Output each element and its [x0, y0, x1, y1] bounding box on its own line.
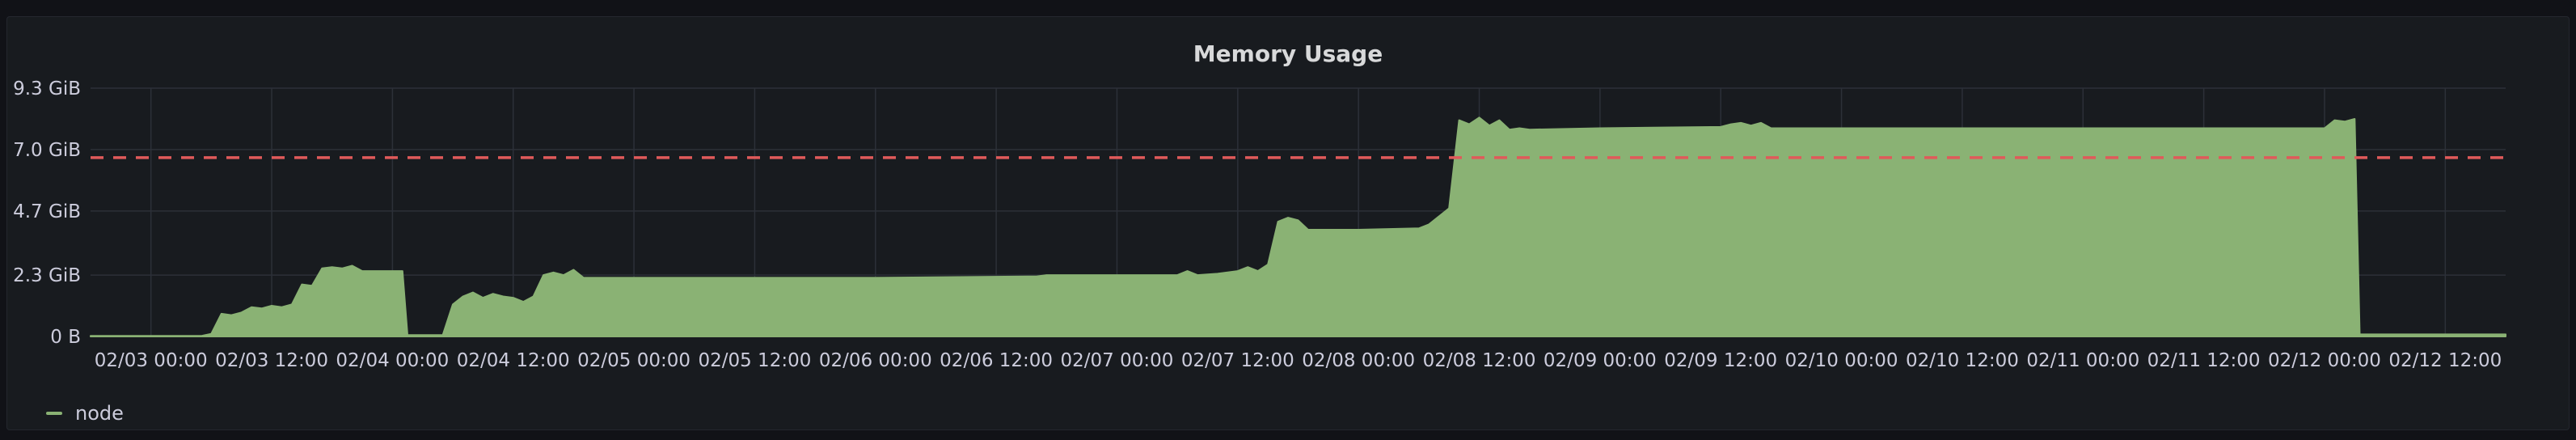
x-tick-label: 02/03 00:00: [95, 350, 208, 371]
x-tick-label: 02/09 00:00: [1543, 350, 1657, 371]
data-series-node[interactable]: [90, 116, 2506, 337]
x-tick-label: 02/07 12:00: [1181, 350, 1294, 371]
memory-usage-chart[interactable]: 0 B 2.3 GiB 4.7 GiB 7.0 GiB 9.3 GiB 02/03 00…: [7, 17, 2570, 431]
line-swatch-icon: [46, 412, 62, 415]
x-tick-label: 02/03 12:00: [215, 350, 328, 371]
x-tick-label: 02/11 12:00: [2147, 350, 2261, 371]
x-tick-label: 02/11 00:00: [2026, 350, 2139, 371]
x-tick-label: 02/09 12:00: [1664, 350, 1777, 371]
x-tick-label: 02/06 00:00: [819, 350, 932, 371]
legend[interactable]: node: [46, 402, 124, 425]
y-tick-label: 0 B: [50, 327, 81, 348]
x-axis: 02/03 00:00 02/03 12:00 02/04 00:00 02/04 1…: [95, 350, 2502, 371]
y-tick-label: 2.3 GiB: [13, 265, 81, 286]
x-tick-label: 02/04 00:00: [336, 350, 449, 371]
y-axis: 0 B 2.3 GiB 4.7 GiB 7.0 GiB 9.3 GiB: [13, 78, 81, 348]
x-tick-label: 02/12 12:00: [2388, 350, 2502, 371]
x-tick-label: 02/06 12:00: [940, 350, 1053, 371]
x-tick-label: 02/04 12:00: [457, 350, 570, 371]
x-tick-label: 02/10 00:00: [1785, 350, 1898, 371]
y-tick-label: 9.3 GiB: [13, 78, 81, 99]
memory-usage-panel: Memory Usage 0 B 2.3 GiB 4.7 GiB 7.0 GiB 9.3…: [6, 16, 2570, 430]
x-tick-label: 02/08 12:00: [1423, 350, 1536, 371]
y-tick-label: 4.7 GiB: [13, 201, 81, 222]
x-tick-label: 02/10 12:00: [1906, 350, 2019, 371]
y-tick-label: 7.0 GiB: [13, 140, 81, 161]
x-tick-label: 02/07 00:00: [1061, 350, 1174, 371]
x-tick-label: 02/12 00:00: [2268, 350, 2381, 371]
x-tick-label: 02/05 12:00: [698, 350, 811, 371]
series-area-node[interactable]: [90, 116, 2506, 337]
x-tick-label: 02/08 00:00: [1302, 350, 1415, 371]
x-tick-label: 02/05 00:00: [577, 350, 690, 371]
legend-item-node[interactable]: node: [75, 402, 124, 425]
